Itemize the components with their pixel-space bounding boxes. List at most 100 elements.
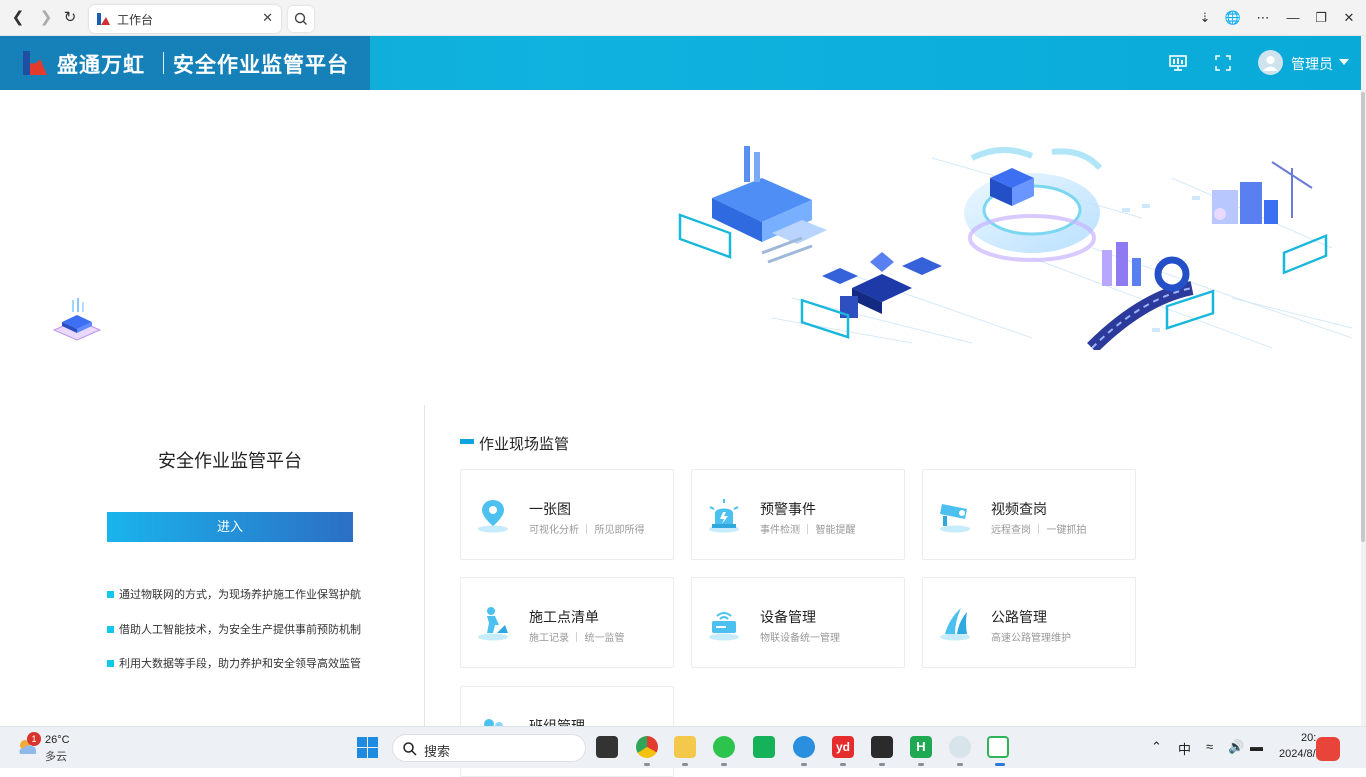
close-window-icon[interactable]: ✕ [1340, 9, 1358, 27]
download-icon[interactable]: ⇣ [1196, 9, 1214, 27]
card-desc: 高速公路管理维护 [991, 633, 1071, 644]
scrollbar-thumb[interactable] [1361, 92, 1365, 542]
card-desc: 施工记录 ｜ 统一监管 [529, 633, 625, 644]
browser-tab[interactable]: 工作台 ✕ [89, 5, 281, 33]
remote-desktop-icon[interactable] [987, 736, 1009, 758]
feature-text: 通过物联网的方式，为现场养护施工作业保驾护航 [119, 589, 361, 601]
back-arrow-icon[interactable]: ❮ [8, 8, 28, 28]
close-icon[interactable]: ✕ [262, 10, 273, 26]
running-indicator [879, 763, 885, 766]
running-indicator [721, 763, 727, 766]
terminal-icon[interactable] [871, 736, 893, 758]
card-alerts[interactable]: 预警事件 事件检测 ｜ 智能提醒 [691, 469, 905, 560]
running-indicator [840, 763, 846, 766]
card-map[interactable]: 一张图 可视化分析 ｜ 所见即所得 [460, 469, 674, 560]
volume-icon[interactable]: 🔊 [1228, 739, 1244, 755]
card-desc: 可视化分析 ｜ 所见即所得 [529, 525, 645, 536]
card-road[interactable]: 公路管理 高速公路管理维护 [922, 577, 1136, 668]
search-icon [403, 742, 417, 756]
running-indicator [682, 763, 688, 766]
windows-start-icon[interactable] [357, 737, 378, 758]
taskbar-search[interactable]: 搜索 [392, 734, 586, 762]
edge-icon[interactable] [793, 736, 815, 758]
card-title: 施工点清单 [529, 609, 599, 625]
app-header: 盛通万虹 安全作业监管平台 管理员 [0, 36, 1361, 90]
monitor-icon[interactable] [1168, 53, 1188, 73]
feature-item: 借助人工智能技术，为安全生产提供事前预防机制 [107, 621, 361, 637]
card-desc: 远程查岗 ｜ 一键抓拍 [991, 525, 1087, 536]
section-marker [460, 439, 474, 444]
taskbar: 1 26°C 多云 搜索 yd H ⌃ 中 ≈ 🔊 ▬ 20: 2024/8/ [0, 726, 1366, 768]
tab-search-button[interactable] [288, 6, 314, 32]
card-title: 视频查岗 [991, 501, 1047, 517]
tab-title: 工作台 [117, 13, 154, 27]
youdao-icon[interactable]: yd [832, 736, 854, 758]
globe-icon[interactable]: 🌐 [1224, 9, 1242, 27]
chevron-up-icon[interactable]: ⌃ [1151, 739, 1162, 755]
weather-desc[interactable]: 多云 [45, 748, 67, 764]
battery-icon[interactable]: ▬ [1250, 739, 1263, 754]
running-indicator [644, 763, 650, 766]
running-indicator [957, 763, 963, 766]
card-title: 公路管理 [991, 609, 1047, 625]
router-icon [709, 612, 739, 641]
clock-time[interactable]: 20: [1301, 732, 1316, 744]
brand-logo-icon [23, 51, 47, 75]
bullet-icon [107, 591, 114, 598]
wifi-icon[interactable]: ≈ [1206, 739, 1213, 754]
camera-icon [940, 504, 970, 533]
minimize-icon[interactable]: — [1284, 9, 1302, 27]
browser-toolbar: ❮ ❯ ↻ 工作台 ✕ ⇣ 🌐 ⋯ — ❐ ✕ [0, 0, 1366, 36]
user-icon [1263, 56, 1278, 71]
card-video[interactable]: 视频查岗 远程查岗 ｜ 一键抓拍 [922, 469, 1136, 560]
card-title: 设备管理 [760, 609, 816, 625]
feature-text: 借助人工智能技术，为安全生产提供事前预防机制 [119, 624, 361, 636]
bookmark-app-icon[interactable] [753, 736, 775, 758]
file-explorer-icon[interactable] [674, 736, 696, 758]
worker-icon [478, 607, 508, 641]
bullet-icon [107, 626, 114, 633]
map-pin-icon [478, 500, 508, 533]
alarm-light-icon [709, 499, 739, 533]
platform-title: 安全作业监管平台 [158, 451, 302, 471]
hbuilder-icon[interactable]: H [910, 736, 932, 758]
site-logo-icon [97, 13, 110, 25]
enter-button[interactable]: 进入 [107, 512, 353, 542]
restore-icon[interactable]: ❐ [1312, 9, 1330, 27]
card-title: 一张图 [529, 501, 571, 517]
user-name[interactable]: 管理员 [1291, 54, 1333, 74]
ime-indicator[interactable]: 中 [1178, 739, 1191, 758]
brand-separator [163, 52, 164, 74]
feature-text: 利用大数据等手段，助力养护和安全领导高效监管 [119, 658, 361, 670]
clock-date[interactable]: 2024/8/ [1279, 748, 1316, 760]
more-icon[interactable]: ⋯ [1254, 9, 1272, 27]
road-icon [940, 608, 970, 641]
feature-item: 利用大数据等手段，助力养护和安全领导高效监管 [107, 655, 361, 671]
card-construction-list[interactable]: 施工点清单 施工记录 ｜ 统一监管 [460, 577, 674, 668]
search-label: 搜索 [424, 744, 451, 759]
chat-app-icon[interactable] [949, 736, 971, 758]
platform-name: 安全作业监管平台 [173, 54, 349, 77]
chrome-icon[interactable] [636, 736, 658, 758]
running-indicator [801, 763, 807, 766]
weather-temp[interactable]: 26°C [45, 734, 70, 746]
fullscreen-icon[interactable] [1213, 53, 1233, 73]
card-device[interactable]: 设备管理 物联设备统一管理 [691, 577, 905, 668]
notification-badge: 1 [27, 732, 41, 746]
assistant-app-icon[interactable] [1316, 737, 1340, 761]
card-desc: 事件检测 ｜ 智能提醒 [760, 525, 856, 536]
active-indicator [995, 763, 1005, 766]
brand-name: 盛通万虹 [57, 54, 145, 77]
brand[interactable]: 盛通万虹 安全作业监管平台 [0, 36, 370, 90]
running-indicator [918, 763, 924, 766]
wechat-icon[interactable] [713, 736, 735, 758]
chevron-down-icon[interactable] [1339, 59, 1349, 65]
section-title: 作业现场监管 [479, 436, 570, 453]
forward-arrow-icon[interactable]: ❯ [36, 8, 56, 28]
task-view-icon[interactable] [596, 736, 618, 758]
reload-icon[interactable]: ↻ [60, 8, 80, 28]
card-desc: 物联设备统一管理 [760, 633, 840, 644]
chip-platform-icon [52, 298, 102, 341]
feature-item: 通过物联网的方式，为现场养护施工作业保驾护航 [107, 586, 361, 602]
avatar[interactable] [1258, 50, 1283, 75]
